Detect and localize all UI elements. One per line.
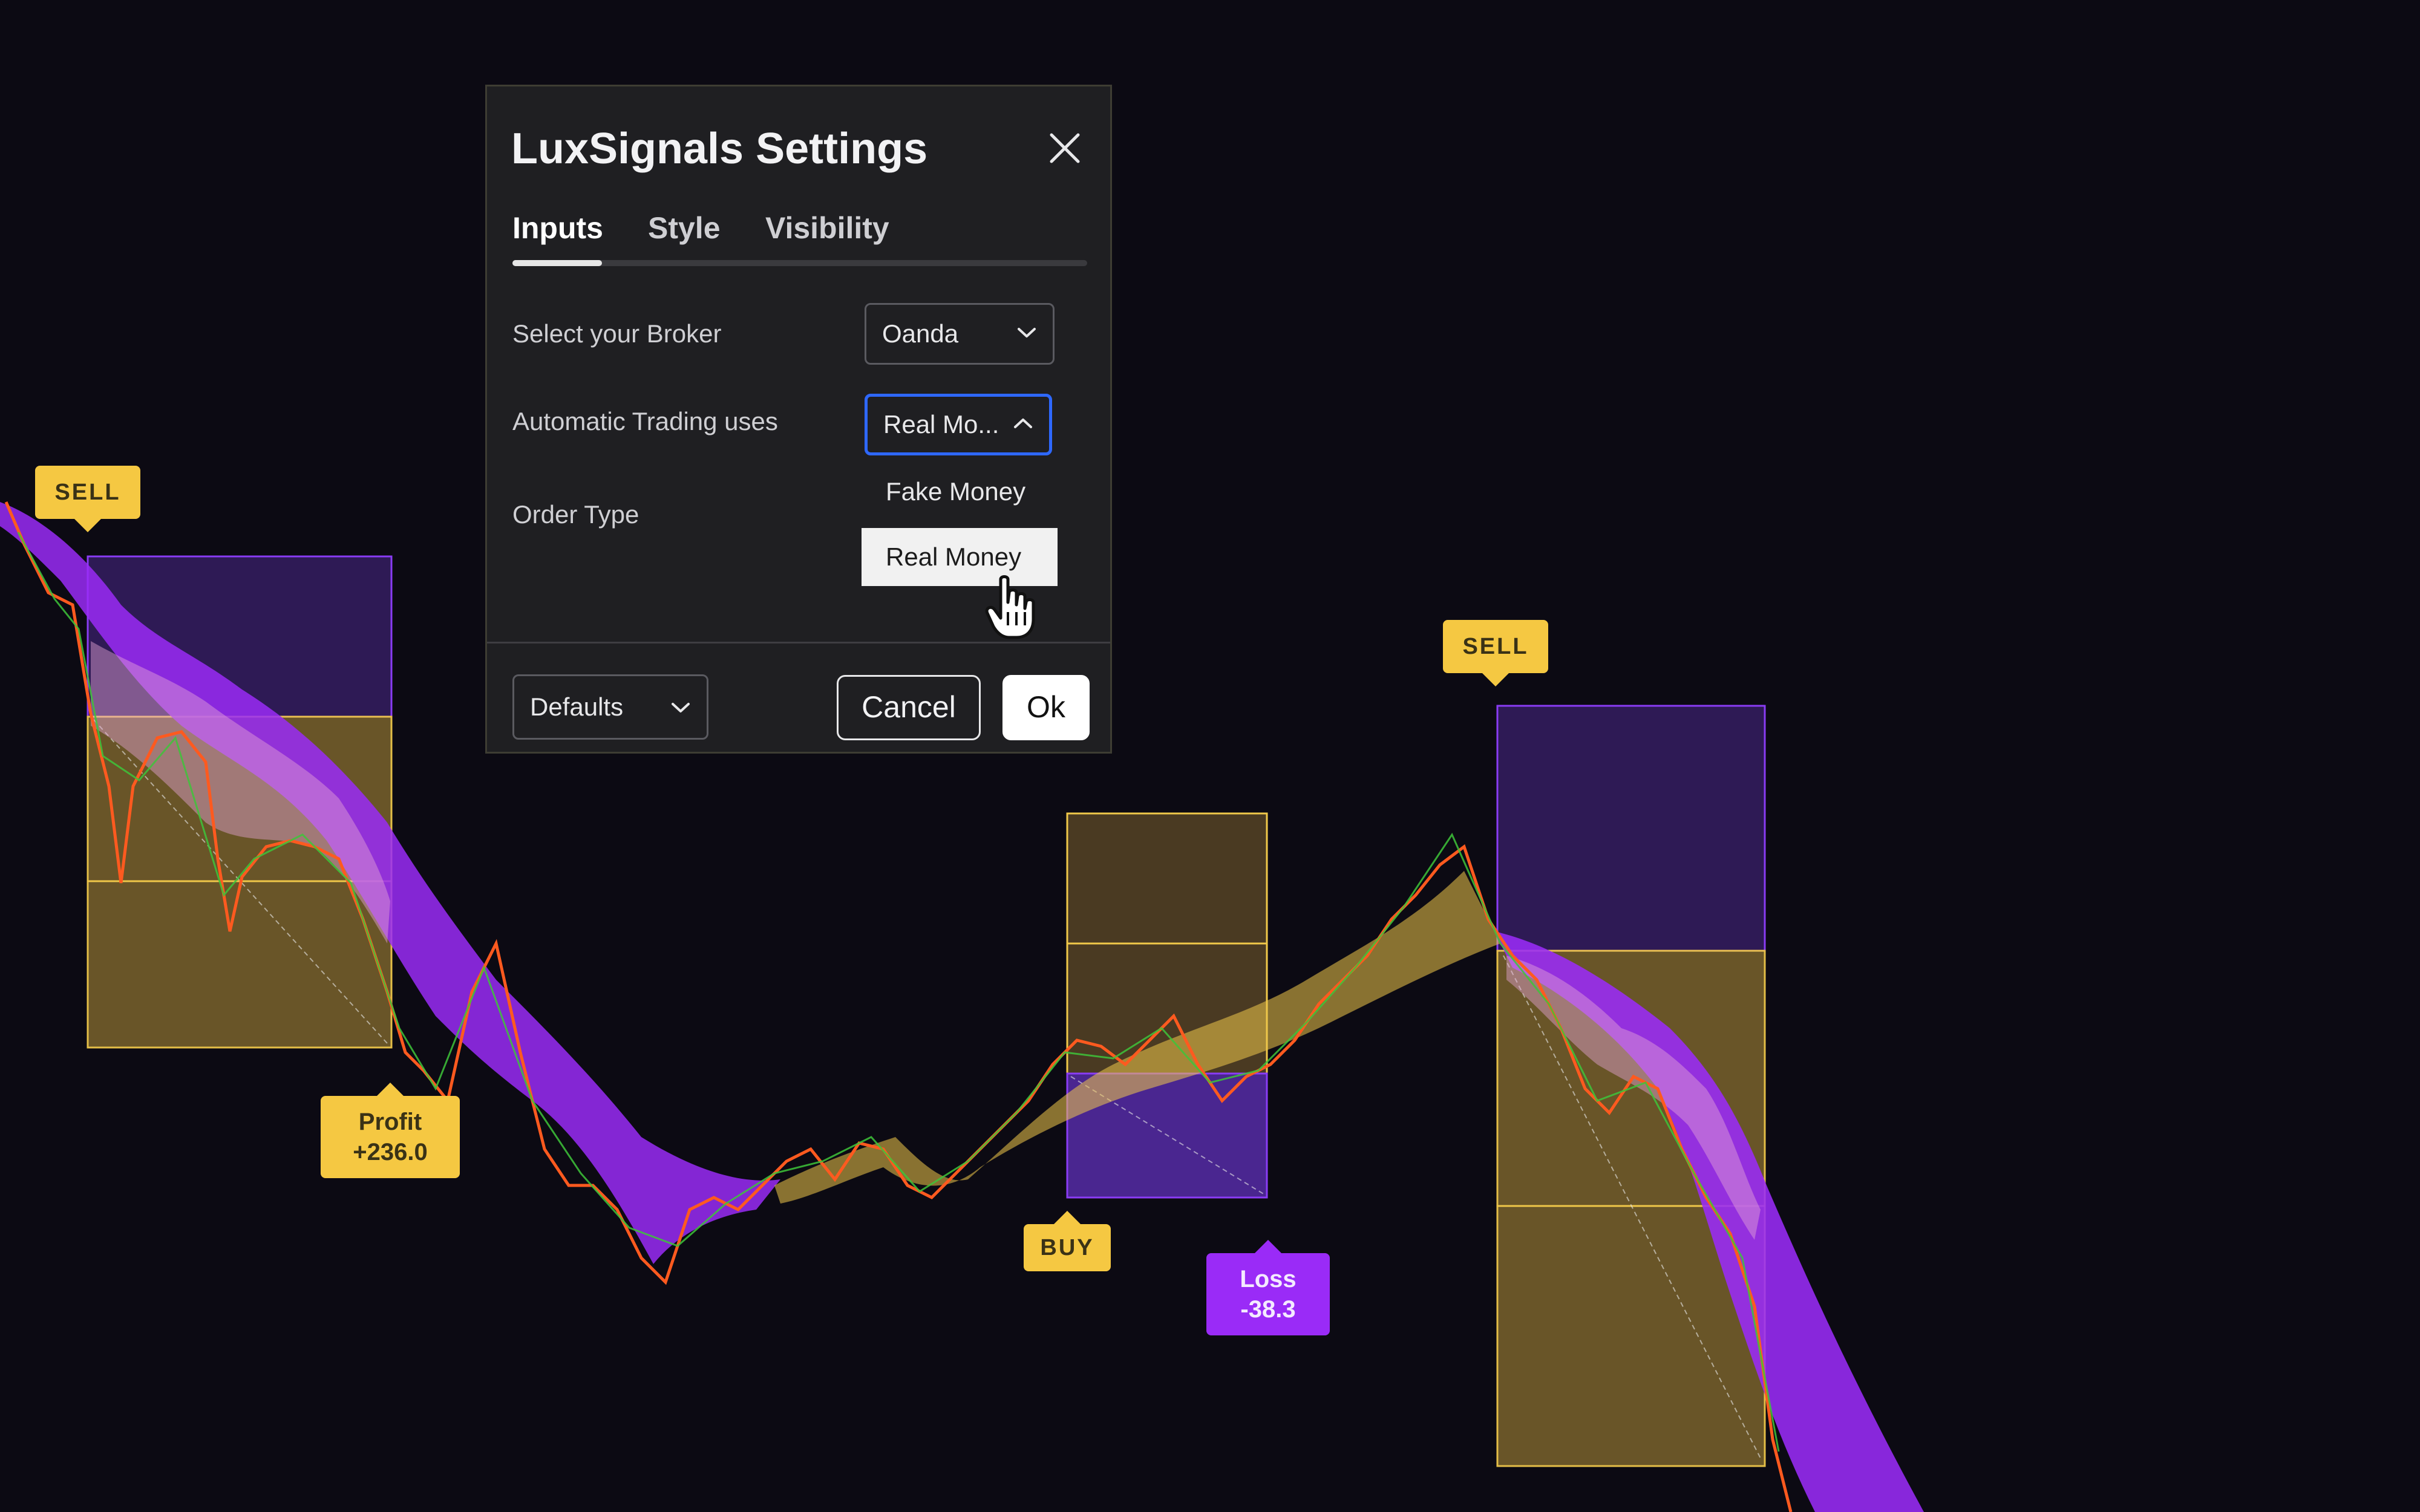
broker-select[interactable]: Oanda <box>865 303 1055 365</box>
tab-visibility[interactable]: Visibility <box>765 210 889 246</box>
trade-box-2 <box>1066 812 1268 1199</box>
sell-signal-label: SELL <box>1443 620 1548 686</box>
ok-button[interactable]: Ok <box>1002 675 1090 740</box>
menu-item-fake-money[interactable]: Fake Money <box>862 463 1058 521</box>
auto-trading-select-value: Real Mo... <box>883 410 999 438</box>
close-icon[interactable] <box>1041 124 1089 172</box>
result-title: Profit <box>358 1109 422 1135</box>
chevron-down-icon <box>672 703 690 712</box>
auto-trading-label: Automatic Trading uses <box>512 407 778 435</box>
defaults-select[interactable]: Defaults <box>512 674 708 740</box>
tab-style[interactable]: Style <box>648 210 721 246</box>
result-value: +236.0 <box>353 1139 428 1165</box>
dialog-title: LuxSignals Settings <box>511 125 928 173</box>
broker-select-value: Oanda <box>882 319 959 348</box>
cancel-button[interactable]: Cancel <box>837 675 981 740</box>
settings-dialog: LuxSignals Settings Inputs Style Visibil… <box>485 85 1112 754</box>
profit-result-label: Profit +236.0 <box>321 1083 460 1178</box>
result-value: -38.3 <box>1240 1296 1296 1323</box>
hand-cursor-icon <box>985 575 1035 639</box>
chevron-up-icon <box>1014 419 1032 428</box>
tab-active-indicator <box>512 260 602 266</box>
trade-box-3 <box>1496 705 1766 1467</box>
order-type-label: Order Type <box>512 500 639 529</box>
footer-divider <box>487 642 1110 644</box>
tab-inputs[interactable]: Inputs <box>512 210 603 246</box>
result-title: Loss <box>1240 1266 1297 1292</box>
auto-trading-menu: Fake Money Real Money <box>862 463 1058 590</box>
sell-signal-label: SELL <box>35 466 140 532</box>
chevron-down-icon <box>1018 328 1036 337</box>
buy-signal-label: BUY <box>1024 1211 1111 1271</box>
broker-label: Select your Broker <box>512 319 722 348</box>
tab-track <box>512 260 1087 266</box>
defaults-select-value: Defaults <box>530 692 624 721</box>
auto-trading-select[interactable]: Real Mo... <box>865 394 1052 455</box>
loss-result-label: Loss -38.3 <box>1206 1240 1330 1335</box>
